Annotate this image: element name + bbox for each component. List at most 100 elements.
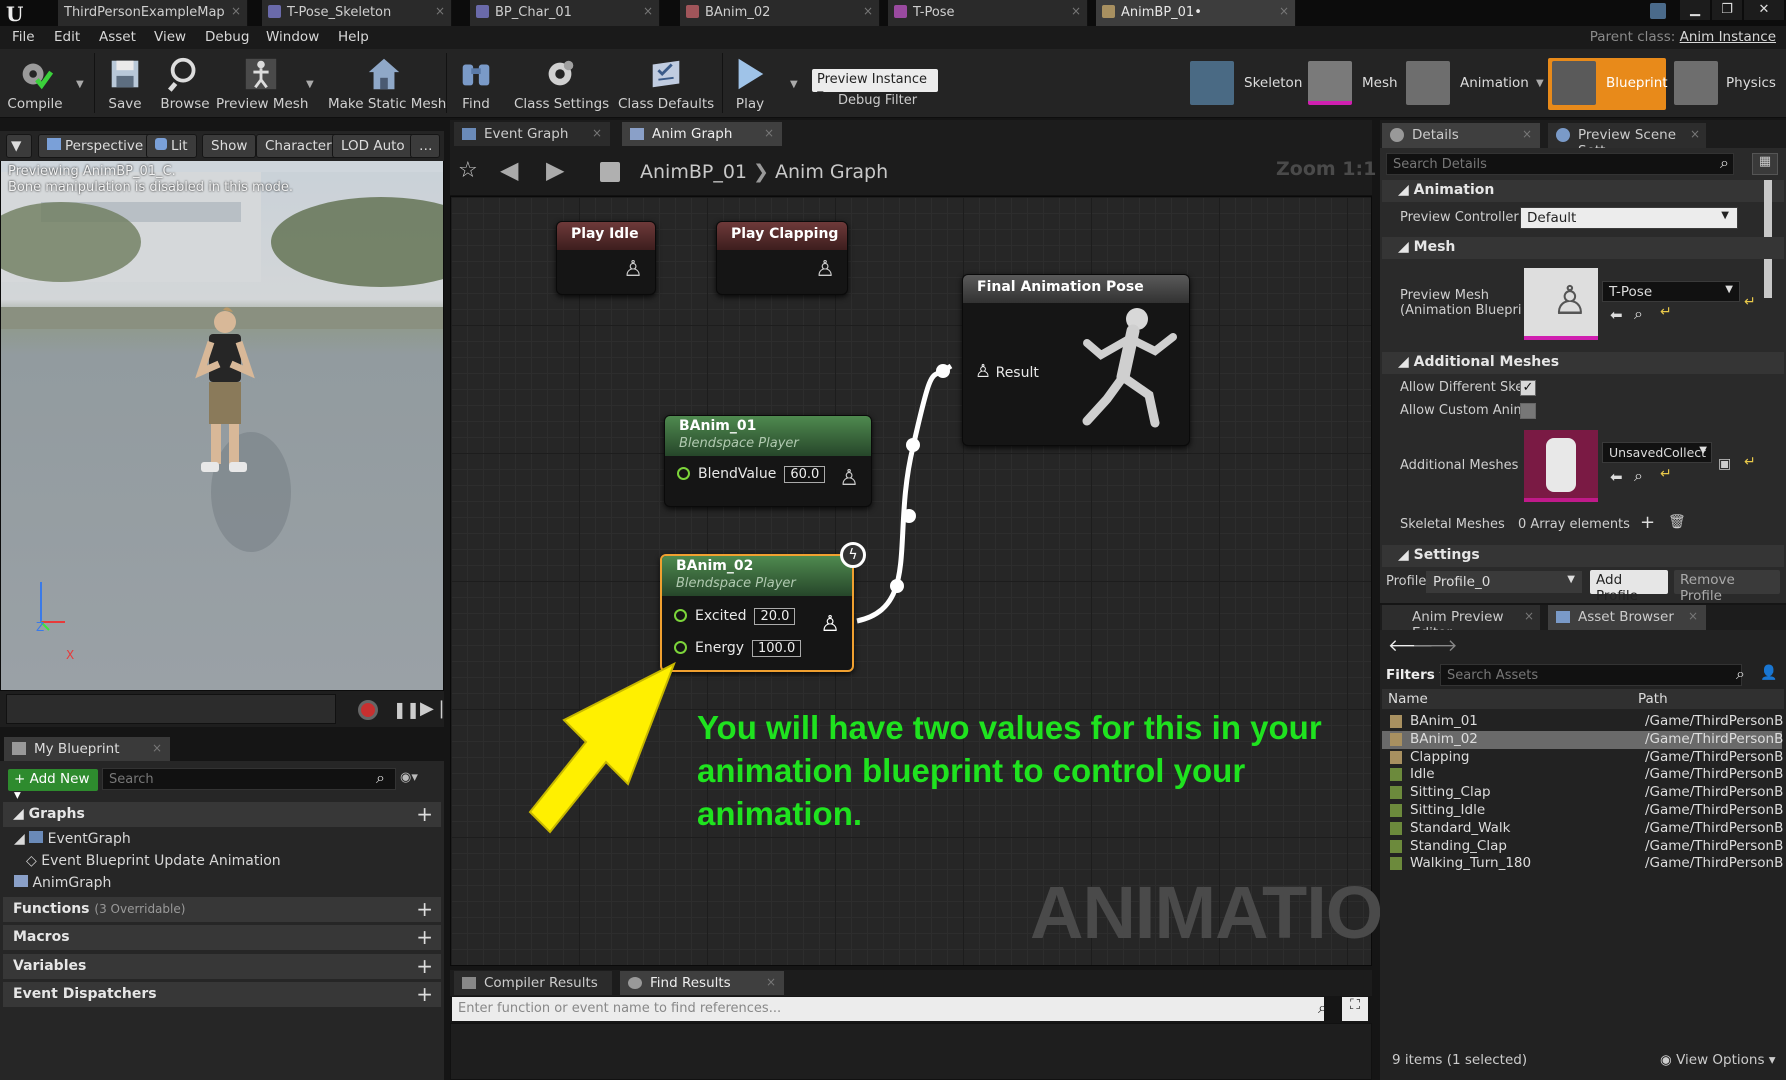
add-graph-icon[interactable]: + [416, 802, 433, 826]
tab-compiler-results[interactable]: Compiler Results [454, 971, 612, 995]
menu-help[interactable]: Help [338, 29, 369, 45]
mode-animation[interactable]: Animation ▼ [1406, 58, 1554, 110]
compile-options-arrow[interactable]: ▼ [76, 79, 84, 90]
back-arrow-icon[interactable]: ◀ [500, 156, 518, 184]
remove-profile-button[interactable]: Remove Profile [1674, 570, 1780, 604]
preview-instance-dropdown[interactable]: Preview Instance ▾ [812, 69, 938, 102]
reset-default-icon[interactable]: ↵ [1744, 294, 1756, 310]
menu-view[interactable]: View [154, 29, 186, 45]
blendvalue-pin[interactable]: BlendValue 60.0 [677, 466, 826, 483]
asset-row[interactable]: Sitting_Clap/Game/ThirdPersonB [1382, 784, 1783, 802]
asset-row[interactable]: Sitting_Idle/Game/ThirdPersonB [1382, 802, 1783, 820]
result-pin[interactable]: ♙ Result [975, 361, 1039, 382]
node-play-idle[interactable]: Play Idle ♙ [556, 221, 656, 295]
pose-pin-icon[interactable]: ♙ [623, 257, 643, 282]
tab-anim-preview-editor[interactable]: Anim Preview Editor× [1382, 605, 1540, 641]
preview-mesh-button[interactable]: Preview Mesh [216, 49, 308, 118]
binoculars-icon[interactable]: ⛶ [1342, 997, 1368, 1021]
float-pin-icon[interactable] [674, 641, 687, 654]
energy-input[interactable]: 100.0 [752, 640, 802, 657]
class-settings-button[interactable]: Class Settings [514, 49, 609, 118]
close-icon[interactable]: × [592, 126, 602, 140]
add-new-button[interactable]: + Add New ▾ [8, 769, 98, 803]
forward-arrow-icon[interactable]: ▶ [546, 156, 564, 184]
close-icon[interactable]: × [863, 4, 873, 18]
tree-event-update[interactable]: ◇ Event Blueprint Update Animation [26, 853, 281, 869]
asset-row[interactable]: BAnim_02/Game/ThirdPersonB [1382, 730, 1783, 749]
play-options-arrow[interactable]: ▼ [790, 79, 798, 90]
close-icon[interactable]: × [643, 4, 653, 18]
viewport-more-button[interactable]: … [410, 134, 440, 158]
add-element-icon[interactable]: + [1640, 512, 1655, 533]
class-defaults-button[interactable]: Class Defaults [618, 49, 714, 118]
eye-icon[interactable]: ◉▾ [400, 770, 418, 785]
asset-row[interactable]: Standing_Clap/Game/ThirdPersonB [1382, 838, 1783, 856]
play-button[interactable]: Play [726, 49, 774, 118]
mesh-section[interactable]: ◢ Mesh [1382, 237, 1784, 259]
preview-mesh-thumbnail[interactable]: ♙ [1524, 268, 1598, 340]
add-function-icon[interactable]: + [416, 897, 433, 921]
pose-pin-icon[interactable]: ♙ [820, 612, 840, 637]
float-pin-icon[interactable] [677, 467, 690, 480]
property-matrix-icon[interactable]: ▦ [1752, 153, 1778, 175]
preview-viewport[interactable] [0, 131, 444, 691]
view-options-button[interactable]: ◉ View Options ▾ [1660, 1052, 1776, 1068]
tab-asset-browser[interactable]: Asset Browser × [1548, 605, 1706, 630]
blendvalue-input[interactable]: 60.0 [784, 466, 826, 483]
allow-different-checkbox[interactable]: ✓ [1520, 380, 1536, 396]
profile-dropdown[interactable]: Profile_0 ▼ [1426, 571, 1582, 593]
close-icon[interactable]: × [1524, 609, 1534, 623]
browse-asset-icon[interactable]: ⌕ [1634, 466, 1643, 486]
node-banim01[interactable]: BAnim_01 Blendspace Player BlendValue 60.0… [664, 415, 872, 507]
asset-row[interactable]: Walking_Turn_180/Game/ThirdPersonB [1382, 855, 1783, 873]
settings-section[interactable]: ◢ Settings [1382, 545, 1784, 567]
functions-section[interactable]: Functions (3 Overridable) + [3, 897, 441, 922]
menu-file[interactable]: File [12, 29, 35, 45]
breadcrumb-leaf[interactable]: Anim Graph [775, 161, 888, 183]
variables-section[interactable]: Variables + [3, 954, 441, 979]
mode-blueprint[interactable]: Blueprint [1548, 58, 1668, 110]
mode-physics[interactable]: Physics [1674, 58, 1782, 110]
record-button[interactable] [358, 700, 378, 720]
my-blueprint-tab[interactable]: My Blueprint × [4, 737, 170, 761]
star-icon[interactable]: ☆ [458, 158, 478, 183]
pause-button[interactable]: ❚❚ [393, 700, 420, 719]
tree-eventgraph[interactable]: ◢ EventGraph [14, 831, 131, 847]
dispatchers-section[interactable]: Event Dispatchers + [3, 982, 441, 1007]
show-button[interactable]: Show [202, 134, 257, 158]
character-button[interactable]: Character [256, 134, 341, 158]
graphs-section[interactable]: ◢ Graphs + [3, 802, 441, 827]
tab-find-results[interactable]: Find Results × [620, 971, 784, 995]
use-selected-arrow-icon[interactable]: ⬅ [1610, 468, 1623, 486]
menu-asset[interactable]: Asset [99, 29, 136, 45]
preview-mesh-dropdown[interactable]: T-Pose ▼ [1602, 281, 1740, 302]
mode-mesh[interactable]: Mesh [1308, 58, 1408, 110]
tab-animbp01[interactable]: AnimBP_01• × [1096, 0, 1296, 26]
tab-bp-char[interactable]: BP_Char_01 × [470, 0, 660, 26]
energy-pin[interactable]: Energy 100.0 [674, 640, 802, 657]
use-selected-arrow-icon[interactable]: ⬅ [1610, 306, 1623, 324]
tree-animgraph[interactable]: AnimGraph [14, 875, 111, 891]
find-references-input[interactable]: Enter function or event name to find ref… [452, 997, 1324, 1021]
preview-controller-dropdown[interactable]: Default ▼ [1520, 207, 1738, 229]
lod-auto-button[interactable]: LOD Auto [332, 134, 414, 158]
reset-icon[interactable]: ↵ [1660, 304, 1672, 320]
save-collection-icon[interactable]: ▣ [1718, 456, 1731, 472]
breadcrumb-root[interactable]: AnimBP_01 [640, 161, 747, 183]
node-play-clapping[interactable]: Play Clapping ♙ [716, 221, 848, 295]
close-icon[interactable]: × [1688, 609, 1698, 623]
add-dispatcher-icon[interactable]: + [416, 982, 433, 1006]
tab-preview-scene-settings[interactable]: Preview Scene Sett× [1548, 123, 1706, 159]
reset-icon[interactable]: ↵ [1660, 466, 1672, 482]
reset-default-icon[interactable]: ↵ [1744, 454, 1756, 470]
tab-banim02[interactable]: BAnim_02 × [680, 0, 880, 26]
close-icon[interactable]: × [1071, 4, 1081, 18]
perspective-button[interactable]: Perspective [38, 134, 153, 158]
add-macro-icon[interactable]: + [416, 925, 433, 949]
parent-class-link[interactable]: Anim Instance [1680, 29, 1776, 45]
browse-button[interactable]: Browse [158, 49, 212, 118]
menu-debug[interactable]: Debug [205, 29, 249, 45]
feedback-icon[interactable] [1650, 3, 1666, 19]
close-icon[interactable]: × [152, 741, 162, 755]
make-static-mesh-button[interactable]: Make Static Mesh [328, 49, 446, 118]
